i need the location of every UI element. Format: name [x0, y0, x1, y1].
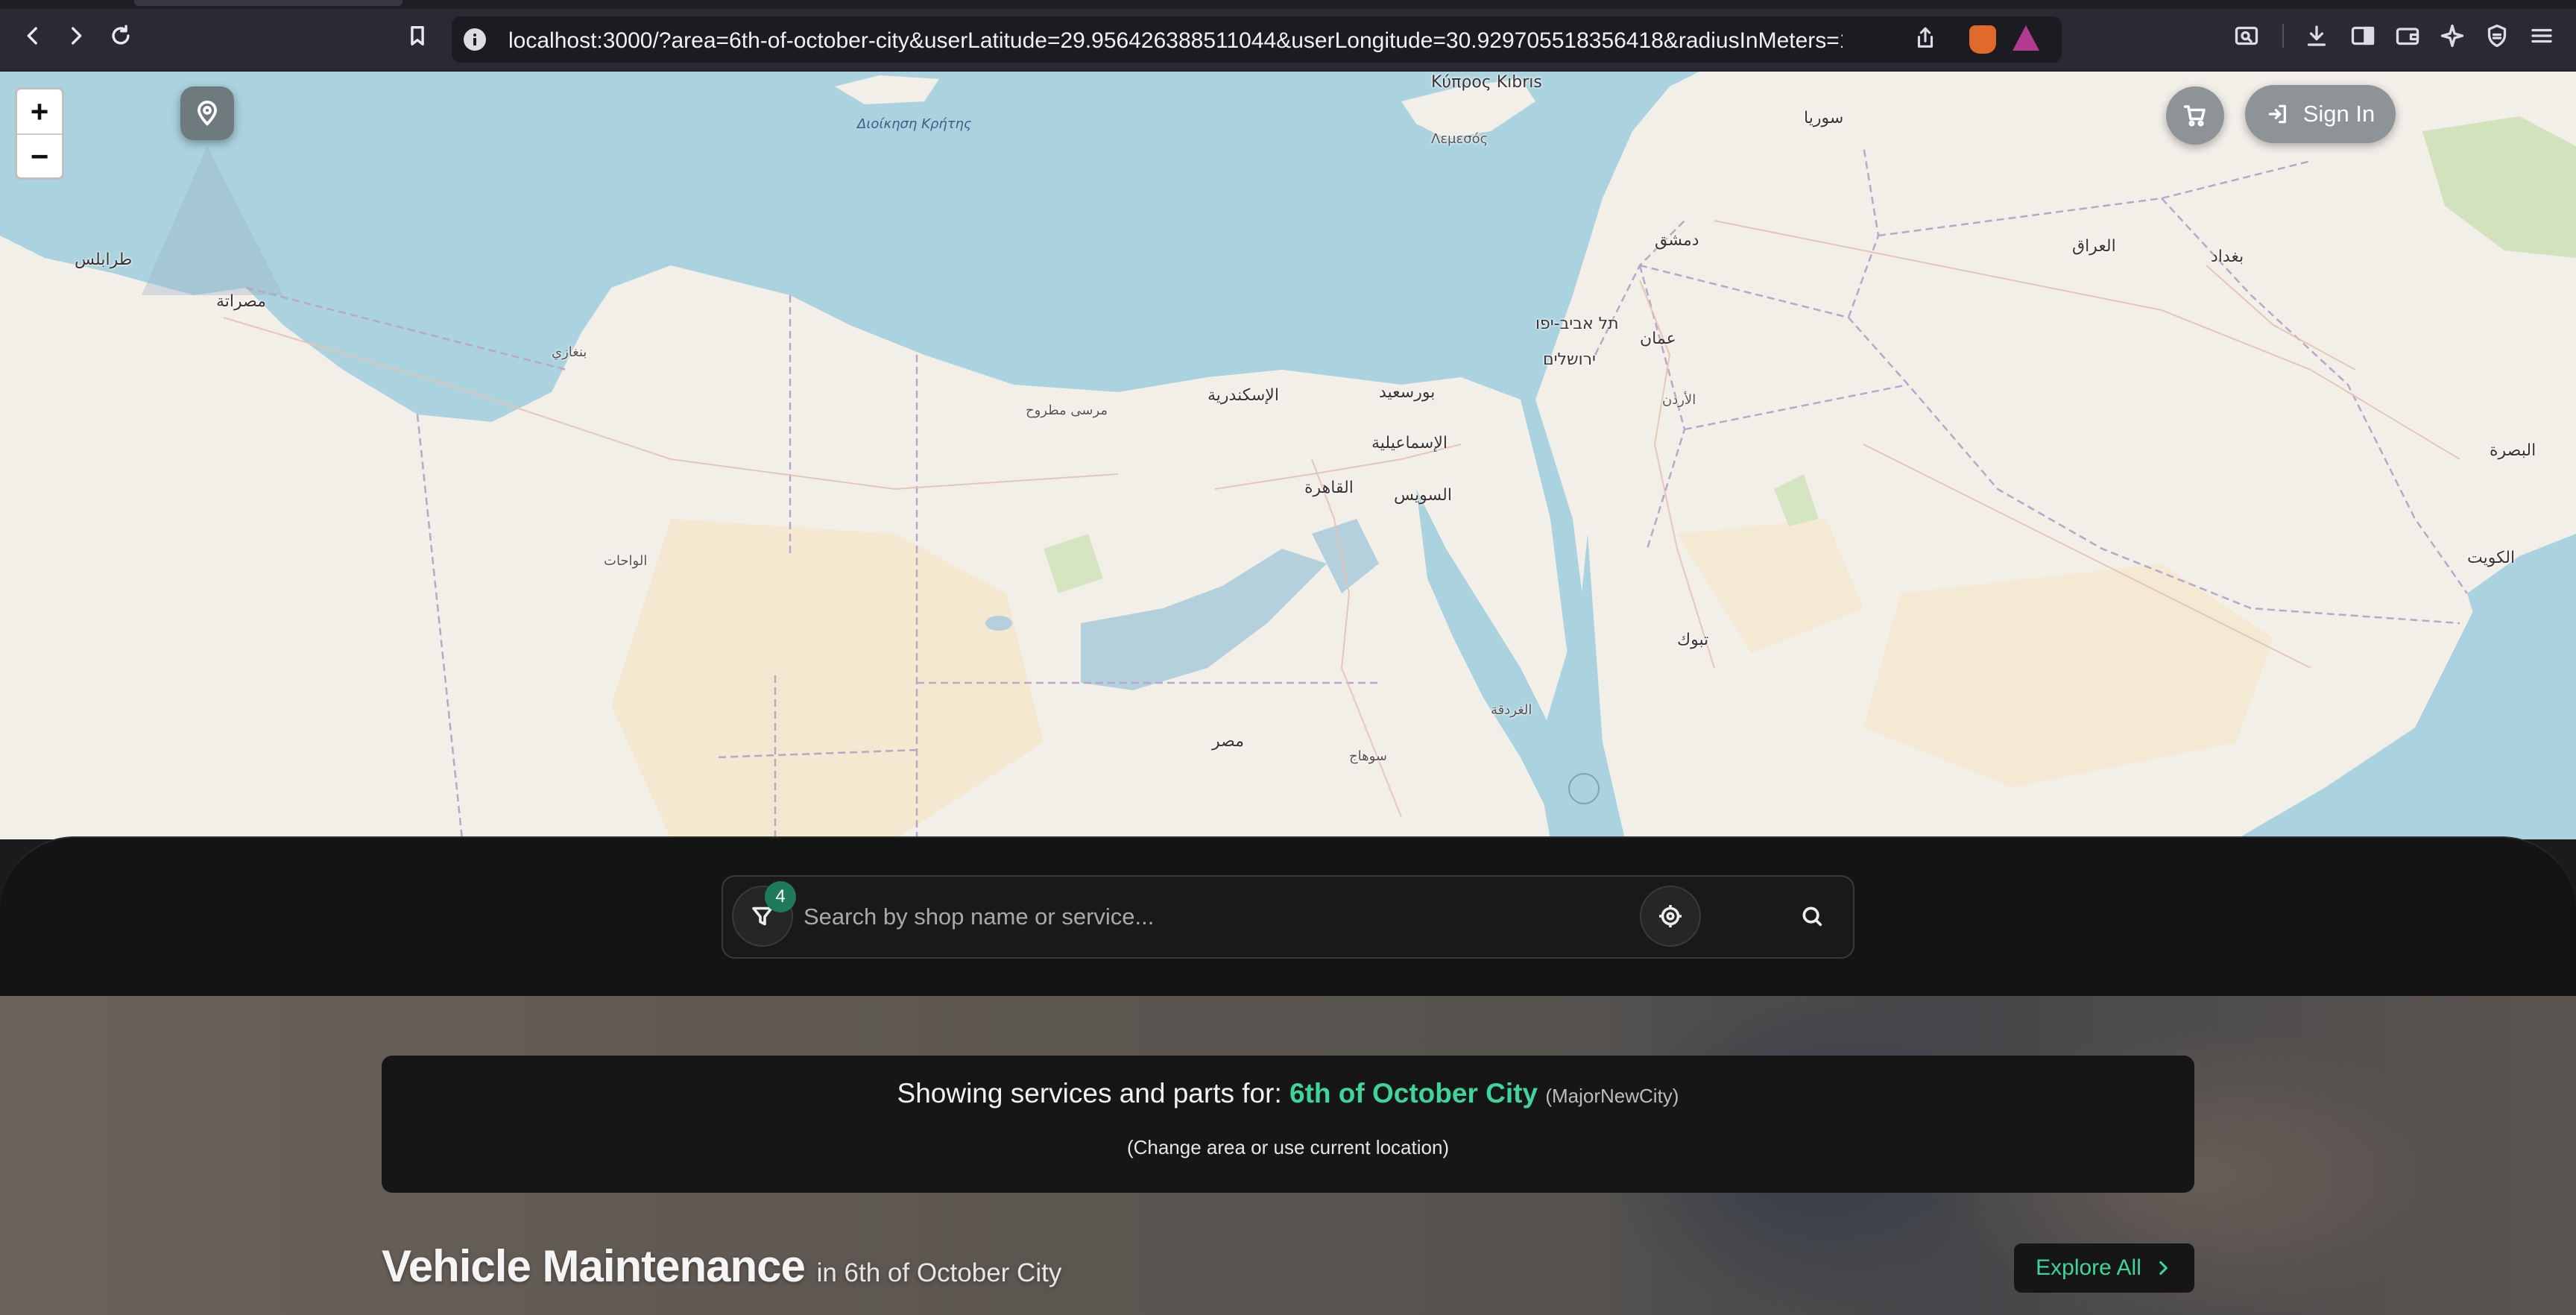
wallet-icon[interactable]: [2394, 22, 2424, 52]
map-label: بورسعيد: [1379, 383, 1436, 402]
menu-icon[interactable]: [2528, 22, 2558, 52]
search-icon: [1802, 906, 1822, 927]
area-city-type: (MajorNewCity): [1545, 1085, 1679, 1107]
map-view[interactable]: Κύπρος Kıbrıs Λεμεσός Διοίκηση Κρήτης سو…: [0, 72, 2576, 839]
map-label: الكويت: [2467, 549, 2516, 567]
sign-in-icon: [2268, 104, 2286, 124]
map-label: الإسماعيلية: [1371, 434, 1448, 452]
sign-in-label: Sign In: [2302, 101, 2375, 127]
zoom-in-button[interactable]: +: [17, 89, 62, 133]
map-label: Λεμεσός: [1431, 131, 1489, 147]
area-banner-heading: Showing services and parts for: 6th of O…: [382, 1078, 2194, 1109]
map-label: الواحات: [604, 553, 648, 569]
explore-all-label: Explore All: [2036, 1255, 2141, 1280]
forward-icon[interactable]: [60, 19, 92, 52]
search-submit-button[interactable]: [1793, 898, 1831, 935]
site-info-icon[interactable]: [464, 28, 486, 51]
map-pin-icon: [198, 101, 217, 126]
map-label: مصراتة: [216, 292, 267, 311]
section-title-text: Vehicle Maintenance: [382, 1241, 806, 1291]
zoom-out-button[interactable]: −: [17, 133, 62, 177]
sidebar-icon[interactable]: [2349, 22, 2379, 52]
map-label: Διοίκηση Κρήτης: [857, 116, 972, 132]
cart-button[interactable]: [2166, 86, 2224, 145]
area-banner[interactable]: Showing services and parts for: 6th of O…: [382, 1056, 2194, 1193]
map-label: بغداد: [2211, 247, 2244, 266]
download-icon[interactable]: [2303, 22, 2333, 52]
sign-in-button[interactable]: Sign In: [2245, 85, 2396, 143]
filter-count-badge: 4: [765, 881, 796, 912]
location-pin-button[interactable]: [180, 86, 234, 140]
reload-icon[interactable]: [104, 19, 137, 52]
url-text: localhost:3000/?area=6th-of-october-city…: [508, 28, 1843, 53]
zoom-control: + −: [15, 87, 64, 180]
search-input[interactable]: [804, 892, 1623, 942]
chevron-right-icon: [2159, 1261, 2168, 1275]
map-tiles: [0, 72, 2576, 839]
use-location-button[interactable]: [1640, 886, 1701, 947]
map-label: سوريا: [1804, 109, 1844, 127]
map-label: تبوك: [1677, 631, 1709, 649]
bookmark-icon[interactable]: [401, 19, 434, 52]
ai-assistant-icon[interactable]: [2439, 22, 2469, 52]
map-label: مصر: [1212, 732, 1245, 751]
map-label: السويس: [1394, 486, 1452, 505]
address-bar[interactable]: localhost:3000/?area=6th-of-october-city…: [452, 16, 2062, 63]
cart-icon: [2183, 105, 2206, 127]
map-label: العراق: [2072, 237, 2116, 256]
map-label: البصرة: [2490, 441, 2536, 460]
explore-all-button[interactable]: Explore All: [2014, 1243, 2194, 1293]
map-label: سوهاج: [1349, 748, 1387, 764]
map-label: عمان: [1640, 329, 1676, 348]
active-tab[interactable]: [134, 0, 402, 6]
map-label: بنغازي: [552, 344, 587, 360]
area-city-name: 6th of October City: [1289, 1078, 1538, 1109]
change-area-link[interactable]: (Change area or use current location): [382, 1136, 2194, 1159]
map-label: القاهرة: [1304, 479, 1354, 497]
reader-view-icon[interactable]: [2233, 22, 2263, 52]
toolbar-divider: [2282, 24, 2284, 48]
section-title: Vehicle Maintenance in 6th of October Ci…: [382, 1240, 1061, 1292]
share-icon[interactable]: [1913, 25, 1939, 52]
section-subtitle: in 6th of October City: [816, 1258, 1062, 1287]
map-label: ירושלים: [1543, 350, 1596, 369]
brave-shield-icon[interactable]: [1969, 25, 1996, 54]
map-label: الأردن: [1662, 392, 1696, 408]
map-label: طرابلس: [75, 250, 133, 269]
map-label: الإسكندرية: [1208, 386, 1279, 405]
map-label: دمشق: [1655, 231, 1699, 250]
map-label: תל אביב-יפו: [1535, 315, 1619, 333]
brave-rewards-icon[interactable]: [2012, 25, 2039, 51]
area-banner-prefix: Showing services and parts for:: [897, 1078, 1282, 1109]
crosshair-icon: [1659, 905, 1682, 927]
map-label: الغردقة: [1491, 702, 1532, 718]
back-icon[interactable]: [16, 19, 49, 52]
vpn-shield-icon[interactable]: [2484, 22, 2513, 52]
browser-toolbar: localhost:3000/?area=6th-of-october-city…: [0, 0, 2576, 72]
map-label: مرسى مطروح: [1026, 403, 1108, 418]
map-label: Κύπρος Kıbrıs: [1431, 73, 1542, 92]
